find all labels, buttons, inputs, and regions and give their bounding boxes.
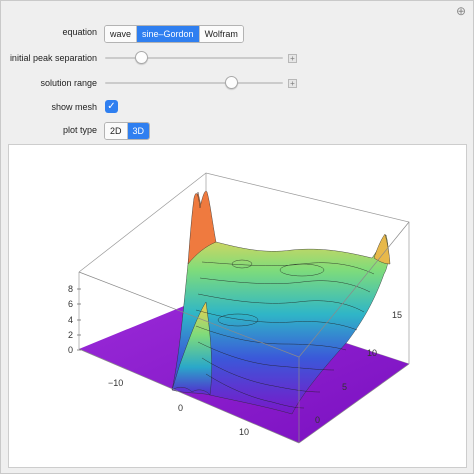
z-tick-label: 8 bbox=[68, 284, 73, 294]
peak-separation-label: initial peak separation bbox=[9, 53, 97, 63]
equation-option-wolfram[interactable]: Wolfram bbox=[199, 26, 243, 42]
plot-area[interactable]: 8 6 4 2 0 −10 0 10 15 10 5 0 bbox=[8, 144, 467, 468]
solution-range-slider[interactable] bbox=[105, 75, 283, 91]
y-tick-label: 15 bbox=[392, 310, 402, 320]
peak-separation-expand-icon[interactable]: + bbox=[288, 54, 297, 63]
plot-type-selector: 2D 3D bbox=[104, 122, 151, 140]
peak-separation-slider[interactable] bbox=[105, 50, 283, 66]
x-tick-label: −10 bbox=[108, 378, 123, 388]
z-tick-label: 2 bbox=[68, 330, 73, 340]
y-tick-label: 5 bbox=[342, 382, 347, 392]
surface-right-peaks bbox=[373, 233, 391, 265]
plot-type-option-3d[interactable]: 3D bbox=[127, 123, 150, 139]
show-mesh-label: show mesh bbox=[51, 102, 97, 112]
y-tick-label: 0 bbox=[315, 415, 320, 425]
demonstration-panel: ⊕ equation wave sine–Gordon Wolfram init… bbox=[0, 0, 474, 474]
y-tick-label: 10 bbox=[367, 348, 377, 358]
solution-range-label: solution range bbox=[40, 78, 97, 88]
solution-range-expand-icon[interactable]: + bbox=[288, 79, 297, 88]
equation-label: equation bbox=[62, 27, 97, 37]
settings-icon[interactable]: ⊕ bbox=[454, 4, 468, 18]
z-tick-label: 6 bbox=[68, 299, 73, 309]
slider-track bbox=[105, 82, 283, 84]
surface-plot-3d: 8 6 4 2 0 −10 0 10 15 10 5 0 bbox=[68, 172, 410, 444]
z-tick-label: 0 bbox=[68, 345, 73, 355]
x-tick-label: 10 bbox=[239, 427, 249, 437]
slider-thumb[interactable] bbox=[135, 51, 148, 64]
equation-option-wave[interactable]: wave bbox=[105, 26, 138, 42]
equation-selector: wave sine–Gordon Wolfram bbox=[104, 25, 244, 43]
x-tick-label: 0 bbox=[178, 403, 183, 413]
plot-type-option-2d[interactable]: 2D bbox=[105, 123, 128, 139]
equation-option-sine-gordon[interactable]: sine–Gordon bbox=[137, 26, 200, 42]
show-mesh-checkbox[interactable]: ✓ bbox=[105, 100, 118, 113]
plot-type-label: plot type bbox=[62, 125, 97, 135]
slider-thumb[interactable] bbox=[225, 76, 238, 89]
z-tick-label: 4 bbox=[68, 315, 73, 325]
slider-track bbox=[105, 57, 283, 59]
